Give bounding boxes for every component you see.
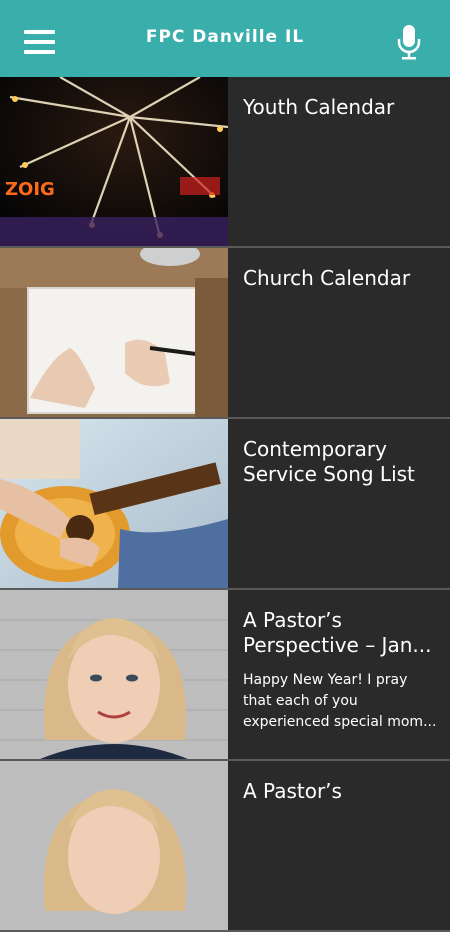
list-item-title: A Pastor’s Perspective – Jan... — [243, 608, 432, 657]
list-item-title: Youth Calendar — [243, 95, 395, 119]
list-item-youth-calendar[interactable]: ZOIG Youth Calendar — [0, 77, 450, 248]
list-item-church-calendar[interactable]: Church Calendar — [0, 248, 450, 419]
list-item-pastor-perspective[interactable]: A Pastor’s Perspective – Jan... Happy Ne… — [0, 590, 450, 761]
list-item-pastor-perspective-2[interactable]: A Pastor’s — [0, 761, 450, 932]
microphone-icon[interactable] — [396, 24, 422, 62]
list-item-description: Happy New Year! I pray that each of you … — [243, 672, 437, 730]
pastor-portrait-photo — [0, 761, 228, 930]
list-item-title: A Pastor’s — [243, 779, 342, 803]
writing-notebook-photo — [0, 248, 228, 417]
list-item-song-list[interactable]: Contemporary Service Song List — [0, 419, 450, 590]
content-list: ZOIG Youth Calendar Church Calendar Cont… — [0, 77, 450, 932]
svg-text:ZOIG: ZOIG — [5, 179, 55, 200]
list-item-title: Contemporary Service Song List — [243, 437, 415, 486]
guitar-player-photo — [0, 419, 228, 588]
app-title: FPC Danville IL — [145, 26, 305, 47]
list-item-title: Church Calendar — [243, 266, 411, 290]
app-header: FPC Danville IL — [0, 0, 450, 77]
pastor-portrait-photo — [0, 590, 228, 759]
hamburger-menu-icon[interactable] — [24, 30, 56, 56]
ferris-wheel-photo: ZOIG — [0, 77, 228, 246]
